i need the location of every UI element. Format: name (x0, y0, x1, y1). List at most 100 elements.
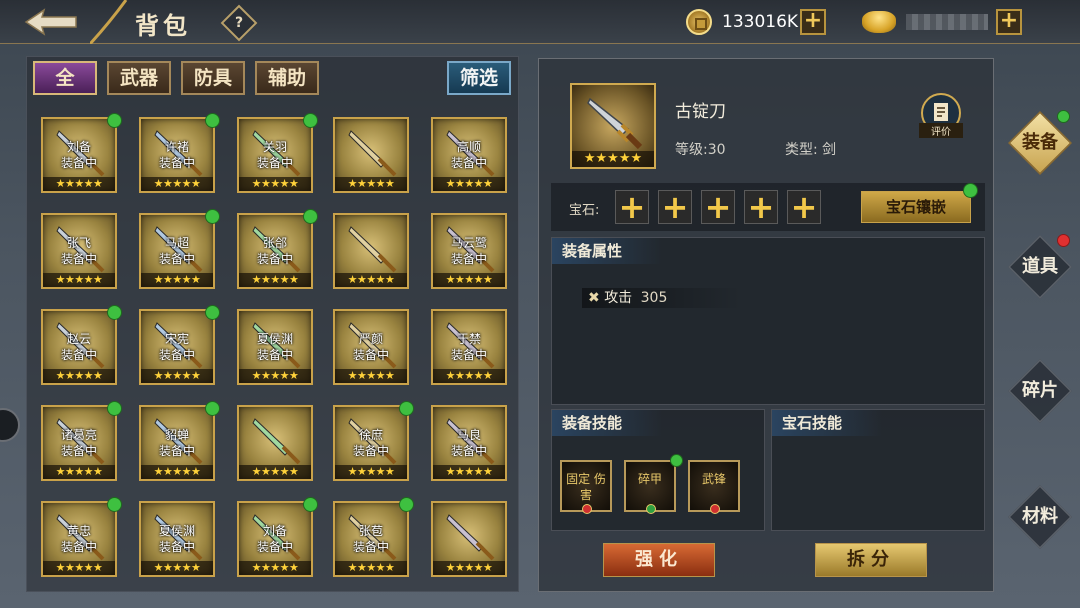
tab-armor[interactable]: 防具 (181, 61, 245, 95)
inventory-item-slot[interactable]: 马良 装备中 ★★★★★ (431, 405, 507, 481)
broadsword-icon (587, 97, 643, 150)
gem-slots-row: 宝石: + + + + + 宝石镶嵌 (551, 183, 985, 231)
gem-slot-5[interactable]: + (787, 190, 821, 224)
equipped-by-label: 严颜 装备中 (335, 331, 407, 363)
inventory-item-slot[interactable]: 黄忠 装备中 ★★★★★ (41, 497, 122, 577)
help-button[interactable]: ? (220, 4, 258, 42)
item-star-rating: ★★★★★ (572, 151, 654, 167)
skill-gem-icon (582, 504, 592, 514)
inventory-item-slot[interactable]: 刘备 装备中 ★★★★★ (237, 497, 318, 577)
star-rating: ★★★★★ (141, 369, 213, 383)
star-rating: ★★★★★ (141, 177, 213, 191)
inventory-item-slot[interactable]: 宋宪 装备中 ★★★★★ (139, 305, 220, 385)
equipment-skills-section: 装备技能 固定 伤害 碎甲 武锋 (551, 409, 765, 531)
strengthen-button[interactable]: 强化 (603, 543, 715, 577)
equipped-by-label: 徐庶 装备中 (335, 427, 407, 459)
star-rating: ★★★★★ (141, 465, 213, 479)
split-button[interactable]: 拆分 (815, 543, 927, 577)
skill-armor-break[interactable]: 碎甲 (624, 460, 676, 514)
add-ingots-button[interactable]: + (996, 9, 1022, 35)
review-button[interactable]: 评价 (919, 93, 963, 138)
inventory-item-slot[interactable]: 马超 装备中 ★★★★★ (139, 209, 220, 289)
new-item-badge (205, 209, 220, 224)
star-rating: ★★★★★ (239, 465, 311, 479)
inventory-item-slot[interactable]: 张郃 装备中 ★★★★★ (237, 209, 318, 289)
star-rating: ★★★★★ (335, 465, 407, 479)
side-tab-fragments[interactable]: 碎片 (1008, 359, 1072, 423)
side-tab-label: 碎片 (1022, 380, 1058, 401)
add-coins-button[interactable]: + (800, 9, 826, 35)
inventory-item-slot[interactable]: 高顺 装备中 ★★★★★ (431, 117, 507, 193)
equipped-status: 装备中 (256, 252, 293, 266)
inventory-item-slot[interactable]: 诸葛亮 装备中 ★★★★★ (41, 401, 122, 481)
owner-name: 诸葛亮 (60, 428, 97, 442)
star-rating: ★★★★★ (239, 177, 311, 191)
skill-gem-icon (710, 504, 720, 514)
gold-ingot-icon (862, 11, 896, 33)
inventory-item-slot[interactable]: 刘备 装备中 ★★★★★ (41, 113, 122, 193)
inventory-item-slot[interactable]: 张苞 装备中 ★★★★★ (333, 497, 414, 577)
inventory-item-slot[interactable]: ★★★★★ (333, 117, 409, 193)
owner-name: 宋宪 (164, 332, 189, 346)
tab-accessory[interactable]: 辅助 (255, 61, 319, 95)
gem-slot-3[interactable]: + (701, 190, 735, 224)
new-item-badge (205, 305, 220, 320)
equipped-by-label: 夏侯渊 装备中 (239, 331, 311, 363)
star-rating: ★★★★★ (433, 177, 505, 191)
gem-slot-2[interactable]: + (658, 190, 692, 224)
inventory-item-slot[interactable]: 貂蝉 装备中 ★★★★★ (139, 401, 220, 481)
gem-slot-1[interactable]: + (615, 190, 649, 224)
coin-amount: 133016K (722, 12, 799, 32)
inventory-item-slot[interactable]: 赵云 装备中 ★★★★★ (41, 305, 122, 385)
equipped-by-label: 张郃 装备中 (239, 235, 311, 267)
inventory-item-slot[interactable]: 夏侯渊 装备中 ★★★★★ (139, 501, 215, 577)
gem-slot-4[interactable]: + (744, 190, 778, 224)
inventory-item-slot[interactable]: 张飞 装备中 ★★★★★ (41, 213, 117, 289)
equipped-by-label: 高顺 装备中 (433, 139, 505, 171)
inventory-item-slot[interactable]: 徐庶 装备中 ★★★★★ (333, 401, 414, 481)
inventory-item-slot[interactable]: 于禁 装备中 ★★★★★ (431, 309, 507, 385)
side-tab-items[interactable]: 道具 (1008, 234, 1072, 299)
tab-weapons[interactable]: 武器 (107, 61, 171, 95)
side-tab-label: 道具 (1022, 256, 1058, 277)
gem-inlay-button[interactable]: 宝石镶嵌 (861, 191, 971, 223)
side-tab-equipment[interactable]: 装备 (1008, 110, 1072, 175)
equipped-status: 装备中 (352, 540, 389, 554)
owner-name: 张飞 (66, 236, 91, 250)
item-name: 古锭刀 (675, 102, 726, 122)
weapon-icon (348, 130, 397, 177)
tab-all[interactable]: 全 (33, 61, 97, 95)
star-rating: ★★★★★ (43, 369, 115, 383)
filter-button[interactable]: 筛选 (447, 61, 511, 95)
owner-name: 关羽 (262, 140, 287, 154)
inventory-item-slot[interactable]: 夏侯渊 装备中 ★★★★★ (237, 309, 313, 385)
new-item-badge (107, 497, 122, 512)
side-menu-toggle[interactable] (0, 408, 20, 442)
new-item-badge (205, 401, 220, 416)
inventory-item-slot[interactable]: 许褚 装备中 ★★★★★ (139, 113, 220, 193)
star-rating: ★★★★★ (239, 369, 311, 383)
inventory-item-slot[interactable]: 关羽 装备中 ★★★★★ (237, 113, 318, 193)
equipped-by-label: 马云鹭 装备中 (433, 235, 505, 267)
equipment-skills-title: 装备技能 (552, 410, 663, 436)
new-item-badge (303, 497, 318, 512)
skill-fixed-damage[interactable]: 固定 伤害 (560, 460, 612, 514)
owner-name: 黄忠 (66, 524, 91, 538)
side-tab-materials[interactable]: 材料 (1008, 485, 1072, 549)
owner-name: 张郃 (262, 236, 287, 250)
crossed-swords-icon: ✖ (588, 290, 600, 306)
weapon-icon (348, 226, 397, 273)
attack-attribute: ✖ 攻击 305 (582, 288, 742, 308)
inventory-item-slot[interactable]: 严颜 装备中 ★★★★★ (333, 309, 409, 385)
inventory-item-slot[interactable]: 马云鹭 装备中 ★★★★★ (431, 213, 507, 289)
inventory-item-slot[interactable]: ★★★★★ (237, 405, 313, 481)
skill-weapon-edge[interactable]: 武锋 (688, 460, 740, 514)
inventory-item-slot[interactable]: ★★★★★ (431, 501, 507, 577)
attack-label: 攻击 (604, 290, 633, 306)
owner-name: 徐庶 (358, 428, 383, 442)
equipped-by-label: 关羽 装备中 (239, 139, 311, 171)
side-tab-label: 材料 (1022, 506, 1058, 527)
back-arrow-icon[interactable] (22, 6, 80, 38)
inventory-item-slot[interactable]: ★★★★★ (333, 213, 409, 289)
star-rating: ★★★★★ (239, 561, 311, 575)
